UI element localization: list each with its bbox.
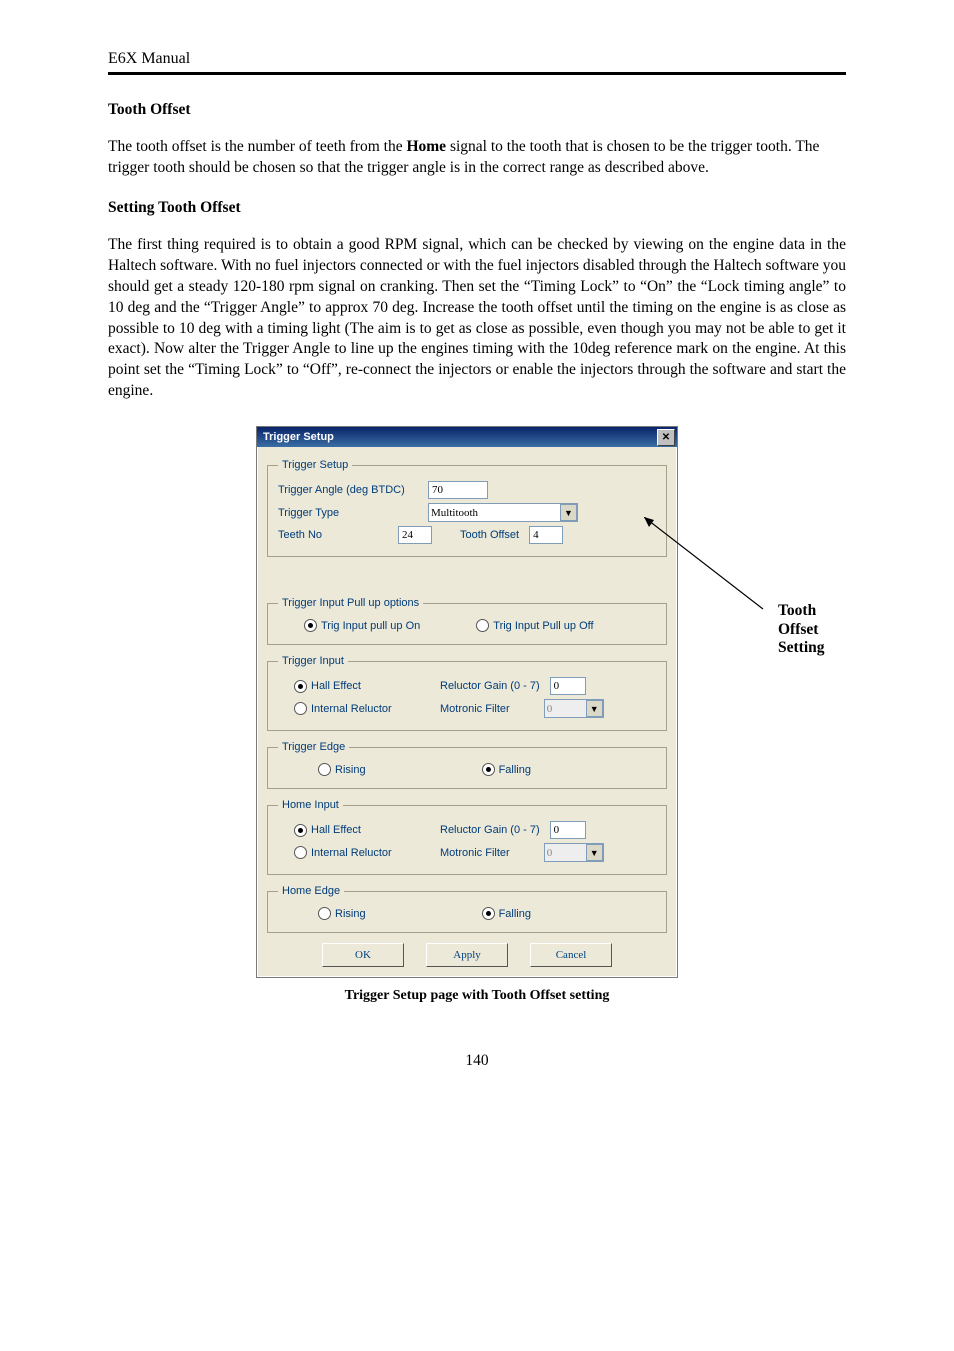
label-trigger-internal: Internal Reluctor [311,703,392,715]
callout-tooth-offset-setting: Tooth Offset Setting [778,602,825,658]
legend-trigger-edge: Trigger Edge [278,741,349,753]
close-button[interactable]: ✕ [657,429,675,446]
legend-trigger-input: Trigger Input [278,655,348,667]
label-trigger-type: Trigger Type [278,507,418,519]
legend-home-input: Home Input [278,799,343,811]
manual-title: E6X Manual [108,50,846,68]
label-pullup-on: Trig Input pull up On [321,620,420,632]
radio-home-rising[interactable]: Rising [318,907,366,920]
label-trigger-falling: Falling [499,764,531,776]
group-pullup: Trigger Input Pull up options Trig Input… [267,597,667,645]
dialog-titlebar[interactable]: Trigger Setup ✕ [257,427,677,447]
chevron-down-icon: ▼ [586,844,603,861]
ok-button[interactable]: OK [322,943,404,967]
label-pullup-off: Trig Input Pull up Off [493,620,593,632]
para-setting-tooth-offset: The first thing required is to obtain a … [108,235,846,402]
label-teeth-no: Teeth No [278,529,388,541]
bold-home: Home [406,138,446,155]
close-icon: ✕ [662,432,670,443]
label-trigger-gain: Reluctor Gain (0 - 7) [440,680,540,692]
radio-pullup-on[interactable]: Trig Input pull up On [304,619,420,632]
label-home-gain: Reluctor Gain (0 - 7) [440,824,540,836]
dialog-title: Trigger Setup [263,431,657,443]
callout-line3: Setting [778,639,825,656]
group-home-edge: Home Edge Rising Falling [267,885,667,933]
radio-pullup-off[interactable]: Trig Input Pull up Off [476,619,593,632]
cancel-button[interactable]: Cancel [530,943,612,967]
label-home-filter: Motronic Filter [440,847,510,859]
label-home-falling: Falling [499,908,531,920]
page-number: 140 [108,1052,846,1070]
para-tooth-offset: The tooth offset is the number of teeth … [108,137,846,179]
select-home-filter: 0 ▼ [544,843,604,862]
label-trigger-filter: Motronic Filter [440,703,510,715]
input-trigger-angle[interactable] [428,481,488,499]
callout-line2: Offset [778,621,818,638]
radio-home-falling[interactable]: Falling [482,907,531,920]
select-home-filter-value: 0 [547,847,553,859]
heading-setting-tooth-offset: Setting Tooth Offset [108,199,846,217]
chevron-down-icon: ▼ [560,504,577,521]
group-home-input: Home Input Hall Effect Reluctor Gain (0 … [267,799,667,875]
figure-caption: Trigger Setup page with Tooth Offset set… [108,988,846,1004]
group-trigger-input: Trigger Input Hall Effect Reluctor Gain … [267,655,667,731]
radio-trigger-rising[interactable]: Rising [318,763,366,776]
callout-arrow [644,517,774,627]
label-trigger-angle: Trigger Angle (deg BTDC) [278,484,418,496]
label-trigger-hall: Hall Effect [311,680,361,692]
label-home-internal: Internal Reluctor [311,847,392,859]
label-trigger-rising: Rising [335,764,366,776]
header-rule [108,72,846,75]
legend-pullup: Trigger Input Pull up options [278,597,423,609]
group-trigger-edge: Trigger Edge Rising Falling [267,741,667,789]
callout-line1: Tooth [778,602,816,619]
group-trigger-setup: Trigger Setup Trigger Angle (deg BTDC) T… [267,459,667,557]
input-tooth-offset[interactable] [529,526,563,544]
select-trigger-type[interactable]: Multitooth ▼ [428,503,578,522]
radio-trigger-internal[interactable]: Internal Reluctor [294,702,414,715]
input-trigger-gain[interactable] [550,677,586,695]
select-trigger-filter: 0 ▼ [544,699,604,718]
radio-home-hall[interactable]: Hall Effect [294,824,414,837]
radio-trigger-hall[interactable]: Hall Effect [294,680,414,693]
label-tooth-offset: Tooth Offset [460,529,519,541]
label-home-hall: Hall Effect [311,824,361,836]
apply-button[interactable]: Apply [426,943,508,967]
trigger-setup-dialog: Trigger Setup ✕ Trigger Setup Trigger An… [256,426,678,978]
radio-trigger-falling[interactable]: Falling [482,763,531,776]
legend-trigger-setup: Trigger Setup [278,459,352,471]
input-home-gain[interactable] [550,821,586,839]
select-trigger-filter-value: 0 [547,703,553,715]
input-teeth-no[interactable] [398,526,432,544]
label-home-rising: Rising [335,908,366,920]
select-trigger-type-value: Multitooth [431,507,478,519]
radio-home-internal[interactable]: Internal Reluctor [294,846,414,859]
chevron-down-icon: ▼ [586,700,603,717]
legend-home-edge: Home Edge [278,885,344,897]
heading-tooth-offset: Tooth Offset [108,101,846,119]
